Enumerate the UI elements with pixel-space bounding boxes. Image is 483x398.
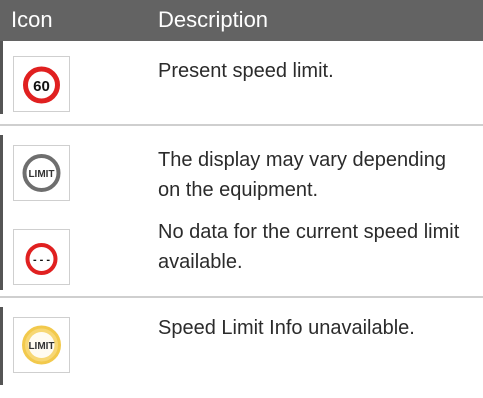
row-left-border	[0, 41, 3, 114]
row-divider	[0, 124, 483, 126]
icon-column-header: Icon	[11, 7, 53, 32]
table-header: Icon Description	[0, 0, 483, 41]
row-description: Present speed limit.	[158, 60, 334, 82]
row-divider	[0, 296, 483, 298]
no-data-speed-limit-icon: - - -	[13, 229, 70, 285]
svg-text:- - -: - - -	[33, 254, 50, 266]
row-description: The display may vary depending on the eq…	[158, 149, 446, 201]
description-column-header: Description	[158, 7, 269, 32]
row-description: Speed Limit Info unavailable.	[158, 317, 415, 339]
svg-text:LIMIT: LIMIT	[28, 169, 54, 180]
row-left-border	[0, 135, 3, 290]
svg-text:60: 60	[33, 78, 50, 95]
svg-text:LIMIT: LIMIT	[28, 341, 54, 352]
row-left-border	[0, 307, 3, 385]
limit-grey-icon: LIMIT	[13, 145, 70, 201]
row-description: No data for the current speed limit avai…	[158, 221, 460, 273]
limit-yellow-unavailable-icon: LIMIT	[13, 317, 70, 373]
speed-limit-60-icon: 60	[13, 56, 70, 112]
